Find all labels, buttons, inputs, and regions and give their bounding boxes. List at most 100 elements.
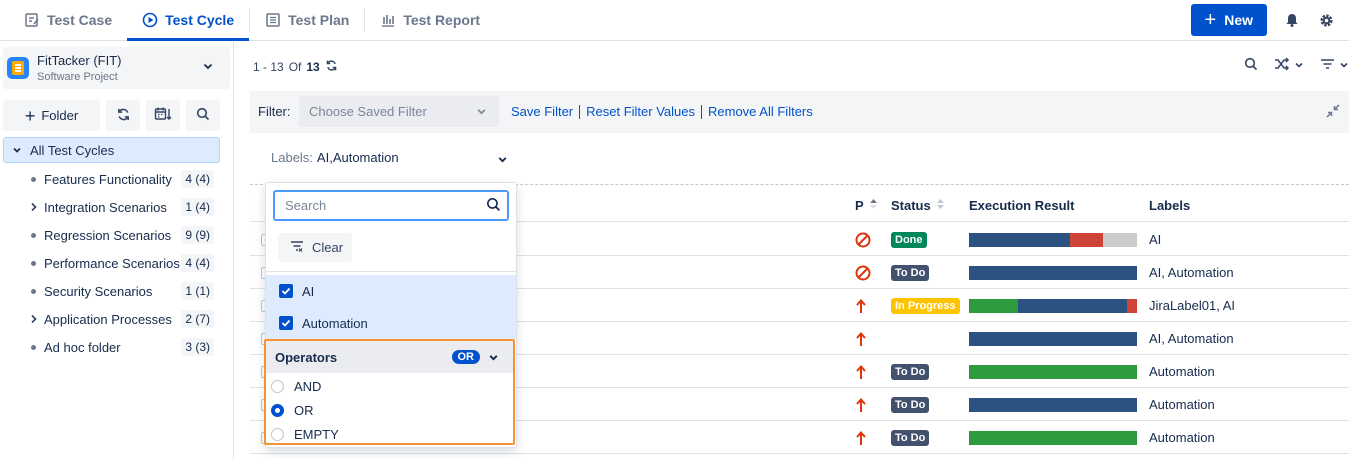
tab-test-plan[interactable]: Test Plan bbox=[250, 0, 364, 40]
search-icon[interactable] bbox=[1244, 57, 1258, 74]
folder-name: Performance Scenarios bbox=[44, 255, 180, 271]
bullet-dot-icon bbox=[28, 176, 38, 182]
priority-high-arrow-icon bbox=[855, 388, 867, 421]
header-execution-result[interactable]: Execution Result bbox=[969, 198, 1074, 213]
filter-menu[interactable] bbox=[1320, 58, 1349, 73]
tab-label: Test Case bbox=[47, 12, 113, 28]
execution-result-cell bbox=[969, 388, 1137, 421]
labels-filter-key: Labels: bbox=[271, 150, 313, 165]
link-divider bbox=[701, 104, 702, 119]
operator-label: EMPTY bbox=[294, 426, 339, 442]
header-status[interactable]: Status bbox=[891, 198, 945, 213]
sidebar-folder-item[interactable]: Features Functionality 4 (4) bbox=[0, 165, 230, 193]
search-icon bbox=[486, 197, 501, 215]
header-label: P bbox=[855, 198, 864, 213]
bell-icon[interactable] bbox=[1283, 11, 1301, 29]
priority-blocked-icon bbox=[855, 223, 871, 256]
save-filter-link[interactable]: Save Filter bbox=[511, 104, 573, 119]
new-button[interactable]: + New bbox=[1190, 4, 1267, 36]
sidebar: FitTacker (FIT) Software Project + Folde… bbox=[0, 42, 234, 459]
status-cell: To Do bbox=[891, 421, 930, 454]
priority-high-arrow-icon bbox=[855, 322, 867, 355]
progress-segment bbox=[969, 232, 1070, 247]
view-tools bbox=[1244, 57, 1349, 74]
saved-filter-select[interactable]: Choose Saved Filter bbox=[299, 96, 499, 127]
folder-count: 1 (4) bbox=[181, 198, 214, 216]
refresh-icon[interactable] bbox=[325, 59, 338, 75]
sidebar-folder-item[interactable]: Integration Scenarios 1 (4) bbox=[0, 193, 230, 221]
progress-segment bbox=[1126, 298, 1137, 313]
tree-all-test-cycles[interactable]: All Test Cycles bbox=[3, 137, 220, 163]
tab-test-cycle[interactable]: Test Cycle bbox=[127, 0, 250, 41]
operators-header[interactable]: Operators OR bbox=[266, 341, 513, 373]
dropdown-search-input[interactable]: Search bbox=[273, 190, 509, 221]
priority-blocked-icon bbox=[855, 256, 871, 289]
sidebar-folder-item[interactable]: Application Processes 2 (7) bbox=[0, 305, 230, 333]
calendar-sort-button[interactable] bbox=[146, 100, 180, 131]
sidebar-folder-item[interactable]: Regression Scenarios 9 (9) bbox=[0, 221, 230, 249]
progress-segment bbox=[1017, 298, 1127, 313]
header-priority[interactable]: P bbox=[855, 198, 878, 213]
sidebar-folder-item[interactable]: Security Scenarios 1 (1) bbox=[0, 277, 230, 305]
chevron-down-icon[interactable] bbox=[202, 60, 214, 75]
tab-label: Test Plan bbox=[288, 12, 350, 28]
operator-empty-radio[interactable]: EMPTY bbox=[271, 422, 339, 446]
tab-test-report[interactable]: Test Report bbox=[365, 0, 495, 40]
operator-and-radio[interactable]: AND bbox=[271, 374, 321, 398]
search-button[interactable] bbox=[186, 100, 220, 131]
filter-bar: Filter: Choose Saved Filter Save Filter … bbox=[250, 91, 1349, 133]
reset-filter-link[interactable]: Reset Filter Values bbox=[586, 104, 695, 119]
filter-label: Filter: bbox=[258, 104, 291, 119]
execution-result-cell bbox=[969, 355, 1137, 388]
sort-icon bbox=[869, 198, 878, 213]
execution-progress-bar bbox=[969, 364, 1137, 379]
folder-count: 2 (7) bbox=[181, 310, 214, 328]
chevron-down-icon bbox=[1294, 58, 1304, 73]
execution-result-cell bbox=[969, 289, 1137, 322]
header-labels[interactable]: Labels bbox=[1149, 198, 1190, 213]
execution-progress-bar bbox=[969, 265, 1137, 280]
project-name: FitTacker (FIT) bbox=[37, 53, 122, 68]
project-selector[interactable]: FitTacker (FIT) Software Project bbox=[3, 47, 230, 89]
execution-result-cell bbox=[969, 421, 1137, 454]
project-type: Software Project bbox=[37, 71, 118, 83]
option-label: Automation bbox=[302, 315, 368, 331]
operators-panel: Operators OR AND OR EMPTY bbox=[264, 339, 515, 445]
labels-cell: AI, Automation bbox=[1149, 265, 1234, 280]
execution-result-cell bbox=[969, 223, 1137, 256]
collapse-icon[interactable] bbox=[1326, 104, 1340, 121]
labels-cell: Automation bbox=[1149, 430, 1215, 445]
chevron-down-icon bbox=[488, 351, 499, 366]
tab-test-case[interactable]: Test Case bbox=[0, 0, 127, 40]
checkbox-checked-icon bbox=[279, 284, 293, 298]
progress-segment bbox=[1103, 232, 1137, 247]
play-circle-icon bbox=[142, 12, 158, 28]
remove-filters-link[interactable]: Remove All Filters bbox=[708, 104, 813, 119]
option-label: AI bbox=[302, 283, 315, 299]
project-logo-icon bbox=[7, 57, 29, 79]
chevron-down-icon[interactable] bbox=[497, 153, 508, 168]
clear-filter-icon bbox=[290, 240, 304, 255]
clear-button[interactable]: Clear bbox=[278, 233, 352, 262]
pagination-total: 13 bbox=[306, 60, 320, 74]
status-cell: To Do bbox=[891, 256, 930, 289]
status-badge: In Progress bbox=[891, 297, 960, 314]
progress-segment bbox=[969, 265, 1137, 280]
labels-cell: AI, Automation bbox=[1149, 331, 1234, 346]
operator-or-radio[interactable]: OR bbox=[271, 398, 314, 422]
label-option-automation[interactable]: Automation bbox=[266, 307, 516, 339]
labels-filter[interactable]: Labels: AI,Automation bbox=[271, 150, 399, 165]
gear-icon[interactable] bbox=[1317, 11, 1335, 29]
label-option-ai[interactable]: AI bbox=[266, 275, 516, 307]
folder-name: Application Processes bbox=[44, 311, 172, 327]
edit-doc-icon bbox=[24, 12, 40, 28]
status-cell: Done bbox=[891, 223, 927, 256]
shuffle-menu[interactable] bbox=[1274, 57, 1304, 74]
sidebar-folder-item[interactable]: Performance Scenarios 4 (4) bbox=[0, 249, 230, 277]
refresh-button[interactable] bbox=[106, 100, 140, 131]
labels-cell: JiraLabel01, AI bbox=[1149, 298, 1236, 313]
search-placeholder: Search bbox=[285, 198, 327, 213]
status-cell: To Do bbox=[891, 355, 930, 388]
add-folder-button[interactable]: + Folder bbox=[3, 100, 100, 131]
sidebar-folder-item[interactable]: Ad hoc folder 3 (3) bbox=[0, 333, 230, 361]
